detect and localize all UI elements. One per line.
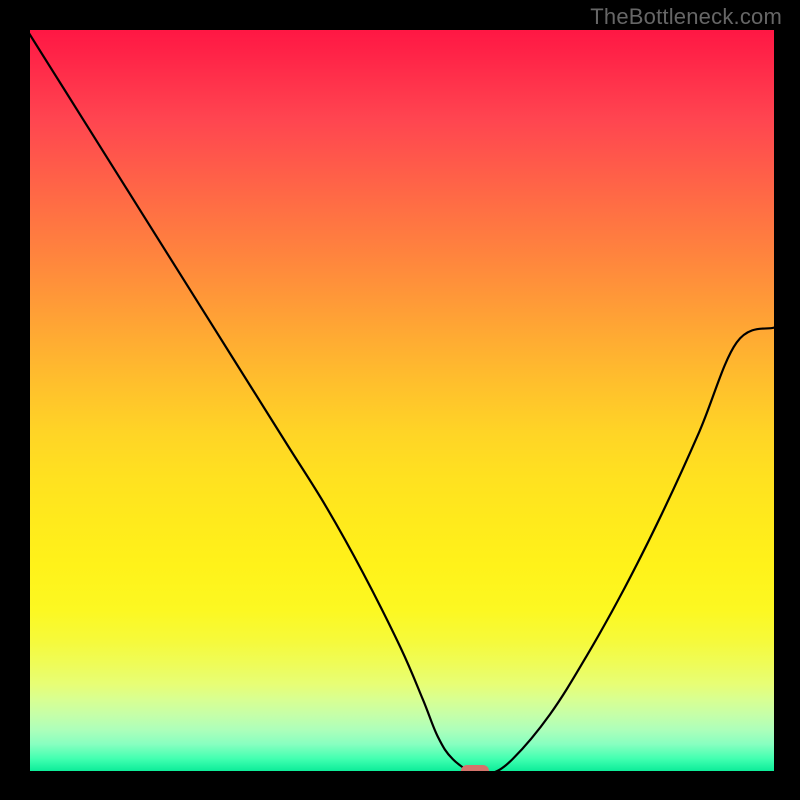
plot-area <box>27 30 774 774</box>
chart-container: TheBottleneck.com <box>0 0 800 800</box>
bottleneck-curve <box>27 30 774 774</box>
minimum-marker <box>461 765 489 774</box>
watermark-text: TheBottleneck.com <box>590 4 782 30</box>
